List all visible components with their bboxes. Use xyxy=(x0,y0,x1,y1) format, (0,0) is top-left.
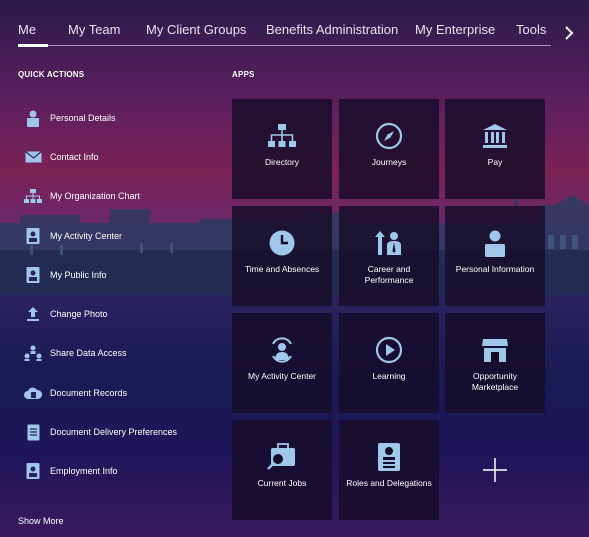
quick-action-my-organization-chart[interactable]: My Organization Chart xyxy=(18,185,140,207)
quick-action-my-public-info[interactable]: My Public Info xyxy=(18,264,107,286)
app-tile-directory[interactable]: Directory xyxy=(232,99,332,199)
active-tab-indicator xyxy=(18,44,48,47)
apps-title: APPS xyxy=(232,70,255,79)
app-tile-label: My Activity Center xyxy=(247,371,317,381)
tab-me[interactable]: Me xyxy=(18,22,36,37)
storefront-icon xyxy=(481,335,509,365)
quick-actions-title: QUICK ACTIONS xyxy=(18,70,85,79)
quick-action-my-activity-center[interactable]: My Activity Center xyxy=(18,225,122,247)
clock-icon xyxy=(268,228,296,258)
quick-action-label: Contact Info xyxy=(50,152,99,162)
show-more-link[interactable]: Show More xyxy=(18,516,64,526)
quick-action-label: Change Photo xyxy=(50,309,108,319)
cloud-document-icon xyxy=(22,383,44,403)
app-tile-current-jobs[interactable]: Current Jobs xyxy=(232,420,332,520)
id-badge-icon xyxy=(22,265,44,285)
plus-icon[interactable] xyxy=(445,420,545,520)
document-icon xyxy=(22,422,44,442)
person-badge-icon xyxy=(22,108,44,128)
app-tile-label: Opportunity Marketplace xyxy=(471,371,519,392)
person-badge-icon xyxy=(484,228,506,258)
quick-action-share-data-access[interactable]: Share Data Access xyxy=(18,342,127,364)
app-tile-my-activity-center[interactable]: My Activity Center xyxy=(232,313,332,413)
tab-my-team[interactable]: My Team xyxy=(68,22,121,37)
quick-action-label: Document Records xyxy=(50,388,128,398)
compass-icon xyxy=(375,121,403,151)
quick-action-label: Share Data Access xyxy=(50,348,127,358)
quick-action-document-delivery-preferences[interactable]: Document Delivery Preferences xyxy=(18,421,177,443)
app-tile-label: Journeys xyxy=(371,157,407,167)
app-tile-label: Directory xyxy=(264,157,299,167)
app-tile-label: Roles and Delegations xyxy=(346,478,432,488)
share-people-icon xyxy=(22,343,44,363)
id-card-icon xyxy=(22,461,44,481)
bank-icon xyxy=(482,121,508,151)
app-tile-roles-and-delegations[interactable]: Roles and Delegations xyxy=(339,420,439,520)
play-icon xyxy=(375,335,403,365)
chevron-right-icon[interactable] xyxy=(560,22,578,44)
quick-action-label: Personal Details xyxy=(50,113,116,123)
briefcase-search-icon xyxy=(267,442,297,472)
tab-my-enterprise[interactable]: My Enterprise xyxy=(415,22,495,37)
activity-badge-icon xyxy=(22,226,44,246)
quick-action-label: My Organization Chart xyxy=(50,191,141,201)
app-tile-time-and-absences[interactable]: Time and Absences xyxy=(232,206,332,306)
app-tile-label: Personal Information xyxy=(455,264,535,274)
activity-person-icon xyxy=(268,335,296,365)
app-tile-career-and-performance[interactable]: Career and Performance xyxy=(339,206,439,306)
career-icon xyxy=(375,228,403,258)
top-tab-bar: Me My Team My Client Groups Benefits Adm… xyxy=(0,0,589,48)
envelope-icon xyxy=(22,147,44,167)
app-tile-label: Pay xyxy=(487,157,503,167)
app-tile-learning[interactable]: Learning xyxy=(339,313,439,413)
directory-icon xyxy=(268,121,296,151)
tab-my-client-groups[interactable]: My Client Groups xyxy=(146,22,246,37)
upload-icon xyxy=(22,304,44,324)
app-tile-label: Current Jobs xyxy=(257,478,307,488)
app-tile-pay[interactable]: Pay xyxy=(445,99,545,199)
quick-action-personal-details[interactable]: Personal Details xyxy=(18,107,116,129)
quick-action-label: Employment Info xyxy=(50,466,118,476)
app-tile-personal-information[interactable]: Personal Information xyxy=(445,206,545,306)
app-tile-label: Learning xyxy=(372,371,406,381)
app-tile-label: Career and Performance xyxy=(364,264,414,285)
quick-action-contact-info[interactable]: Contact Info xyxy=(18,146,99,168)
quick-action-label: Document Delivery Preferences xyxy=(50,427,178,437)
org-chart-icon xyxy=(22,186,44,206)
quick-action-label: My Public Info xyxy=(50,270,107,280)
tab-benefits-administration[interactable]: Benefits Administration xyxy=(266,22,398,37)
tab-tools[interactable]: Tools xyxy=(516,22,546,37)
quick-action-change-photo[interactable]: Change Photo xyxy=(18,303,108,325)
app-tile-journeys[interactable]: Journeys xyxy=(339,99,439,199)
roles-card-icon xyxy=(377,442,401,472)
quick-action-employment-info[interactable]: Employment Info xyxy=(18,460,118,482)
quick-action-document-records[interactable]: Document Records xyxy=(18,382,127,404)
app-tile-opportunity-marketplace[interactable]: Opportunity Marketplace xyxy=(445,313,545,413)
tab-divider xyxy=(18,45,551,46)
app-tile-label: Time and Absences xyxy=(244,264,320,274)
quick-action-label: My Activity Center xyxy=(50,231,123,241)
